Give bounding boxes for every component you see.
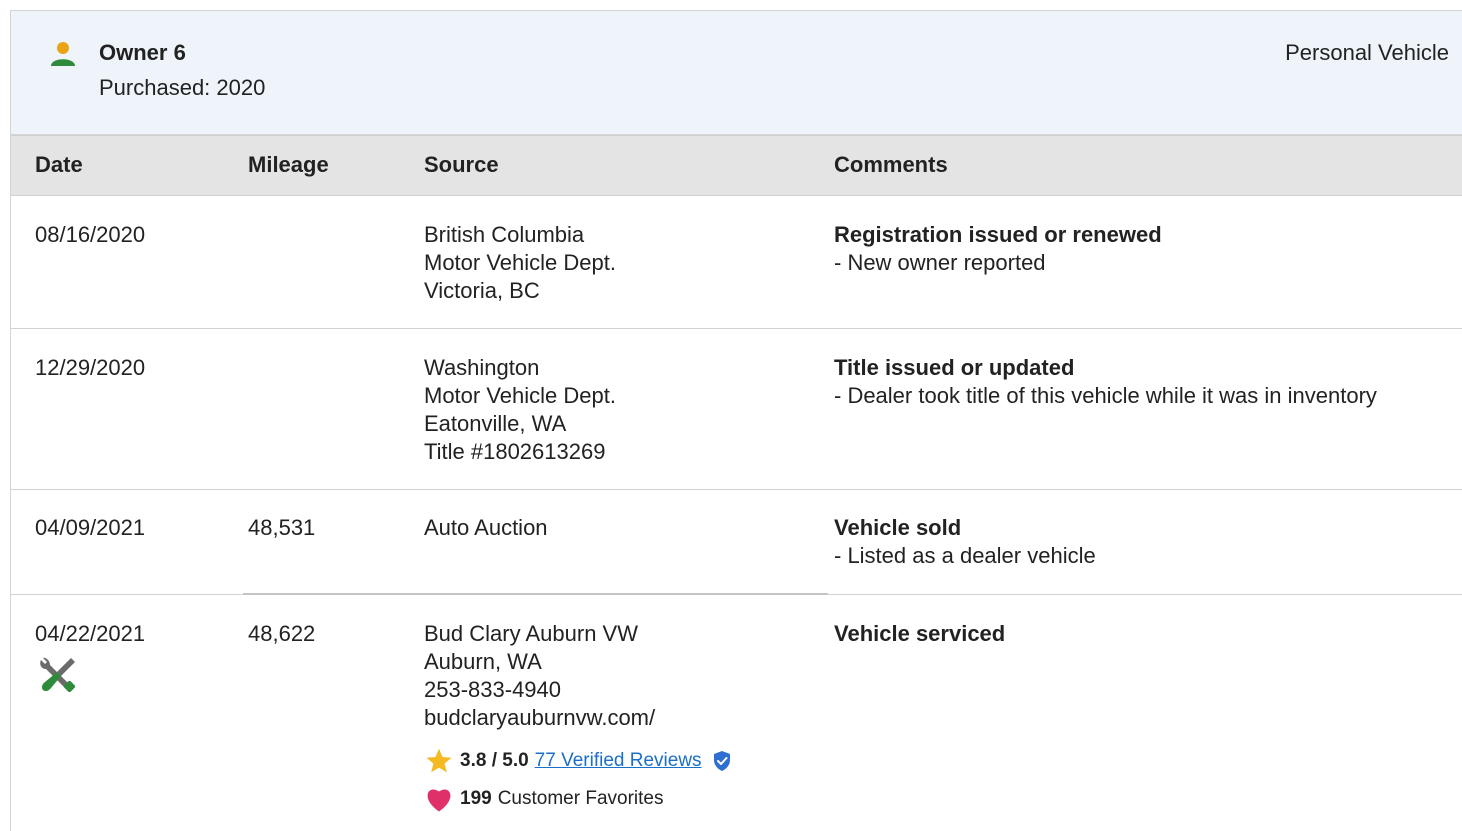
owner-vehicle-type: Personal Vehicle bbox=[1285, 40, 1449, 65]
record-comments: Vehicle serviced bbox=[834, 620, 1005, 648]
table-header: Date Mileage Source Comments bbox=[11, 135, 1462, 196]
comment-title: Vehicle serviced bbox=[834, 621, 1006, 646]
record-source: Bud Clary Auburn VW Auburn, WA 253-833-4… bbox=[424, 620, 655, 732]
dealer-favorites: 199 Customer Favorites bbox=[424, 785, 663, 813]
record-source: British Columbia Motor Vehicle Dept. Vic… bbox=[424, 221, 616, 305]
comment-detail: - New owner reported bbox=[834, 250, 1046, 275]
record-source: Washington Motor Vehicle Dept. Eatonvill… bbox=[424, 354, 616, 466]
column-header-source: Source bbox=[424, 152, 499, 177]
row-divider bbox=[11, 328, 1462, 329]
star-icon bbox=[426, 748, 452, 773]
comment-title: Registration issued or renewed bbox=[834, 222, 1162, 247]
owner-title: Owner 6 bbox=[99, 40, 186, 65]
record-comments: Title issued or updated - Dealer took ti… bbox=[834, 354, 1377, 410]
verified-reviews-link[interactable]: 77 Verified Reviews bbox=[535, 750, 702, 772]
column-header-mileage: Mileage bbox=[248, 152, 329, 177]
record-comments: Vehicle sold - Listed as a dealer vehicl… bbox=[834, 514, 1096, 570]
source-line: Victoria, BC bbox=[424, 278, 540, 303]
owner-history-card: Owner 6 Purchased: 2020 Personal Vehicle… bbox=[10, 10, 1462, 831]
dealer-website[interactable]: budclaryauburnvw.com/ bbox=[424, 704, 655, 732]
heart-icon bbox=[427, 789, 451, 812]
favorites-count: 199 bbox=[460, 788, 492, 809]
person-icon bbox=[51, 42, 75, 66]
dealer-rating-value: 3.8 / 5.0 bbox=[460, 750, 529, 771]
owner-header: Owner 6 Purchased: 2020 Personal Vehicle bbox=[11, 11, 1462, 135]
comment-detail: - Dealer took title of this vehicle whil… bbox=[834, 383, 1377, 408]
source-line: British Columbia bbox=[424, 222, 585, 247]
source-line: Washington bbox=[424, 355, 540, 380]
record-date: 12/29/2020 bbox=[35, 355, 146, 380]
source-line: Auto Auction bbox=[424, 515, 548, 540]
record-source: Auto Auction bbox=[424, 514, 548, 542]
record-date: 08/16/2020 bbox=[35, 222, 146, 247]
source-line: Motor Vehicle Dept. bbox=[424, 383, 616, 408]
verified-shield-icon bbox=[713, 751, 730, 771]
source-line: 253-833-4940 bbox=[424, 677, 562, 702]
source-line: Auburn, WA bbox=[424, 649, 542, 674]
favorites-label: Customer Favorites bbox=[497, 788, 664, 809]
owner-purchased-year: Purchased: 2020 bbox=[99, 75, 266, 100]
comment-detail: - Listed as a dealer vehicle bbox=[834, 543, 1096, 568]
source-line: Motor Vehicle Dept. bbox=[424, 250, 616, 275]
record-date: 04/22/2021 bbox=[35, 620, 145, 696]
record-date-text: 04/22/2021 bbox=[35, 621, 146, 646]
record-mileage: 48,531 bbox=[248, 515, 316, 540]
source-line: Eatonville, WA bbox=[424, 411, 567, 436]
comment-title: Vehicle sold bbox=[834, 515, 962, 540]
dealer-rating: 3.8 / 5.0 77 Verified Reviews bbox=[424, 747, 738, 775]
row-divider-accent bbox=[243, 593, 828, 595]
source-line: Title #1802613269 bbox=[424, 439, 606, 464]
comment-title: Title issued or updated bbox=[834, 355, 1075, 380]
column-header-comments: Comments bbox=[834, 152, 948, 177]
record-comments: Registration issued or renewed - New own… bbox=[834, 221, 1162, 277]
record-mileage: 48,622 bbox=[248, 621, 316, 646]
record-date: 04/09/2021 bbox=[35, 515, 146, 540]
row-divider bbox=[11, 489, 1462, 490]
source-line: Bud Clary Auburn VW bbox=[424, 621, 638, 646]
column-header-date: Date bbox=[35, 152, 83, 177]
wrench-screwdriver-icon bbox=[40, 657, 76, 693]
